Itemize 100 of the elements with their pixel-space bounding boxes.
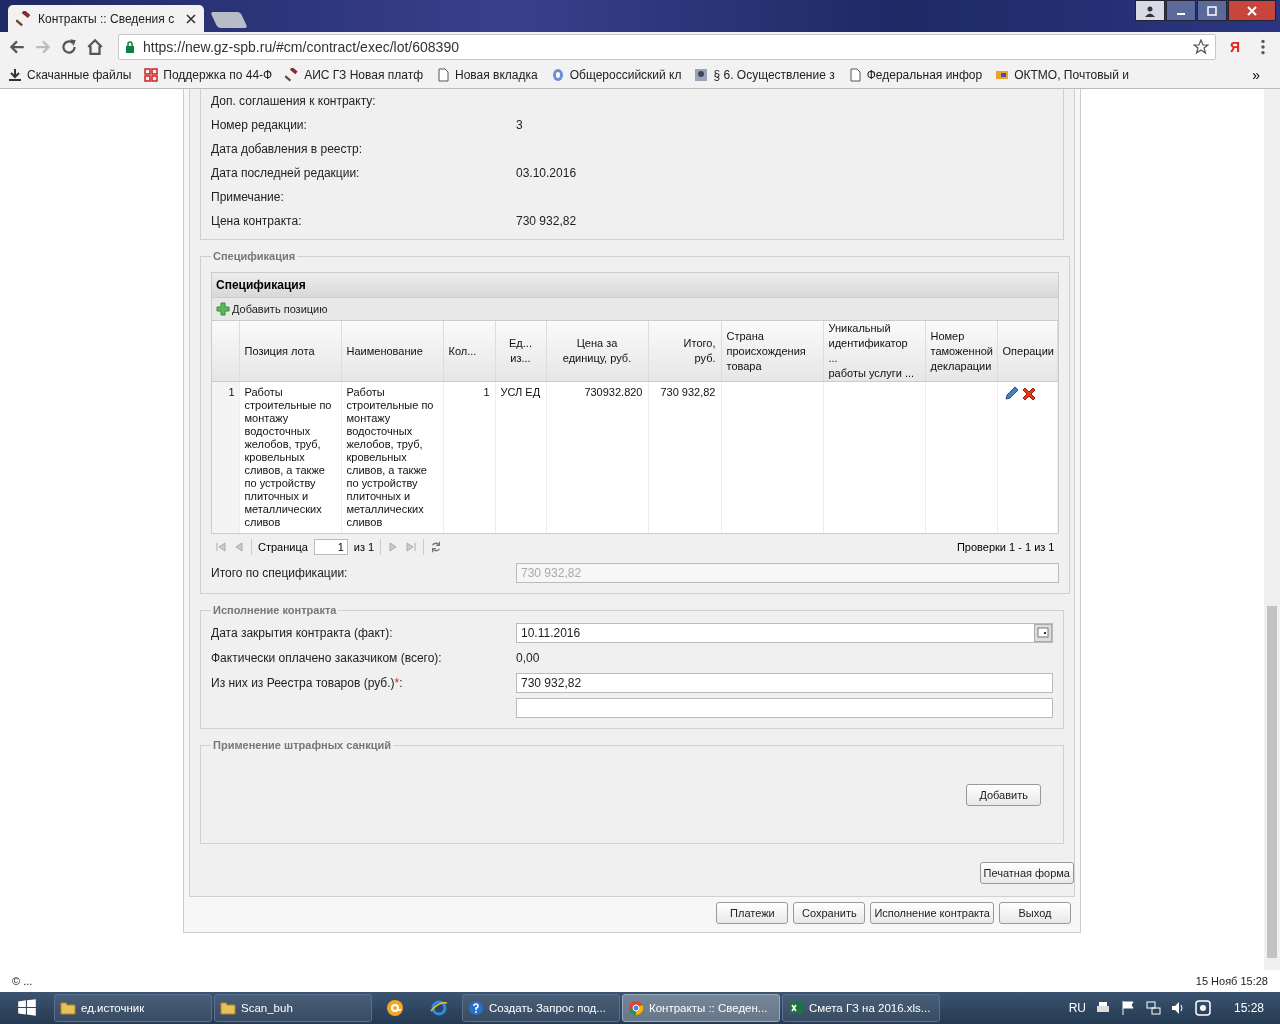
field-value: 0,00 (516, 650, 540, 665)
profile-letter[interactable]: Я (1224, 39, 1246, 55)
browser-icon (628, 1000, 644, 1016)
column-header[interactable]: Позиция лота (239, 321, 341, 382)
language-indicator[interactable]: RU (1068, 1001, 1086, 1015)
taskbar-item[interactable]: Смета ГЗ на 2016.xls... (782, 994, 940, 1022)
bookmark[interactable]: Новая вкладка (436, 68, 538, 82)
bookmark[interactable]: ОКТМО, Почтовый и (995, 68, 1129, 82)
address-bar[interactable]: https://new.gz-spb.ru/#cm/contract/exec/lot/608390 (118, 34, 1216, 60)
refresh-icon[interactable] (430, 541, 443, 553)
pencil-icon[interactable] (1002, 386, 1019, 402)
minimize-icon (1177, 12, 1185, 15)
back-icon[interactable] (8, 38, 26, 56)
table-cell: УСЛ ЕД (495, 381, 546, 533)
bookmark[interactable]: § 6. Осуществление з (694, 68, 835, 82)
delete-icon[interactable] (1020, 386, 1037, 402)
close-button[interactable] (1228, 0, 1276, 21)
input-field[interactable]: 730 932,82 (516, 672, 1053, 693)
page-input[interactable]: 1 (313, 539, 348, 555)
calendar-icon[interactable] (1034, 623, 1052, 642)
folder-icon (220, 1000, 236, 1016)
footer-button[interactable]: Исполнение контракта (870, 902, 994, 924)
network-icon[interactable] (1144, 1000, 1161, 1016)
column-header[interactable]: Страна происхождения товара (721, 321, 823, 382)
footer-button[interactable]: Выход (999, 902, 1071, 924)
page-icon (436, 68, 450, 82)
taskbar-item[interactable]: ед.источник (54, 994, 212, 1022)
column-header[interactable]: Кол... (443, 321, 495, 382)
section-legend: Исполнение контракта (211, 604, 339, 616)
folder-icon (60, 1000, 76, 1016)
table-cell: Работы строительные по монтажу водосточных желобов, труб, кровельных сливов, а также по устройству плиточных и металлических сливов (239, 381, 341, 533)
print-form-button[interactable]: Печатная форма (979, 862, 1074, 884)
help-icon (468, 1000, 484, 1016)
bookmark[interactable]: Общероссийский кл (550, 68, 682, 82)
reload-icon[interactable] (60, 38, 78, 56)
page-label: Страница (258, 541, 308, 553)
records-summary: Проверки 1 - 1 из 1 (956, 541, 1055, 553)
globe-icon[interactable] (430, 999, 448, 1017)
spreadsheet-icon (788, 1000, 804, 1016)
at-sign-icon[interactable] (386, 999, 404, 1017)
field-label: Цена контракта: (211, 214, 303, 228)
section-legend: Применение штрафных санкций (211, 739, 394, 751)
browser-tab[interactable]: Контракты :: Сведения с (8, 5, 204, 32)
home-icon[interactable] (86, 38, 104, 56)
more-bookmarks[interactable]: » (1252, 67, 1260, 83)
new-tab-button[interactable] (210, 12, 248, 28)
table-cell: Работы строительные по монтажу водосточных желобов, труб, кровельных сливов, а также по устройству плиточных и металлических сливов (341, 381, 443, 533)
taskbar-item[interactable]: Создать Запрос под... (462, 994, 620, 1022)
taskbar-item[interactable]: Scan_buh (214, 994, 372, 1022)
status-text: © ... (12, 975, 33, 987)
table-cell: 730 932,82 (648, 381, 721, 533)
table-cell: 1 (443, 381, 495, 533)
table-cell: 730932.820 (546, 381, 648, 533)
portrait-icon (694, 68, 709, 82)
add-button[interactable]: Добавить (966, 784, 1041, 806)
field-label: Дата последней редакции: (211, 166, 361, 180)
column-header[interactable]: Номер таможенной декларации (925, 321, 997, 382)
row-number: 1 (212, 381, 239, 533)
column-header[interactable]: Операции (997, 321, 1057, 382)
taskbar-item[interactable]: Контракты :: Сведен... (622, 994, 780, 1022)
star-icon[interactable] (1193, 39, 1209, 55)
column-header[interactable]: Уникальный идентификатор ... работы услуги ... (823, 321, 925, 382)
bookmark[interactable]: Федеральная инфор (847, 68, 983, 82)
tray-app-icon[interactable] (1194, 1000, 1211, 1016)
field-label: Номер редакции: (211, 118, 308, 132)
user-button[interactable] (1135, 0, 1165, 21)
footer-button[interactable]: Платежи (716, 902, 789, 924)
maximize-button[interactable] (1197, 0, 1227, 21)
field-value: 730 932,82 (516, 214, 577, 228)
field-label: Дата добавления в реестр: (211, 142, 364, 156)
status-date: 15 Нояб 15:28 (1195, 975, 1268, 987)
page-icon (847, 68, 862, 82)
section-legend: Спецификация (211, 250, 298, 262)
clock[interactable]: 15:28 (1233, 1001, 1264, 1015)
column-header[interactable]: Ед... из... (495, 321, 546, 382)
minimize-button[interactable] (1166, 0, 1196, 21)
field-value: 03.10.2016 (516, 166, 577, 180)
flag-icon[interactable] (1119, 1000, 1136, 1016)
input-field[interactable] (516, 697, 1053, 718)
emblem-icon (550, 68, 565, 82)
close-icon[interactable] (186, 13, 196, 24)
speaker-icon[interactable] (1169, 1000, 1186, 1016)
column-header[interactable]: Итого, руб. (648, 321, 721, 382)
column-header[interactable]: Наименование (341, 321, 443, 382)
plus-icon (216, 302, 230, 316)
bookmark[interactable]: Поддержка по 44-Ф (144, 68, 273, 82)
bookmark[interactable]: Скачанные файлы (8, 68, 132, 82)
scrollbar[interactable] (1264, 89, 1280, 970)
column-header[interactable]: Цена за единицу, руб. (546, 321, 648, 382)
date-field[interactable]: 10.11.2016 (516, 622, 1053, 643)
add-position-button[interactable]: Добавить позицию (216, 300, 328, 318)
bookmark[interactable]: АИС ГЗ Новая платф (285, 68, 423, 82)
field-label: Из них из Реестра товаров (руб.)*: (211, 675, 403, 690)
lock-icon (125, 41, 135, 53)
footer-button[interactable]: Сохранить (793, 902, 866, 924)
download-icon (8, 68, 22, 82)
close-icon (1246, 4, 1258, 17)
gavel-icon (285, 68, 300, 82)
tab-title: Контракты :: Сведения с (38, 11, 176, 26)
field-label: Итого по спецификации: (211, 565, 349, 580)
